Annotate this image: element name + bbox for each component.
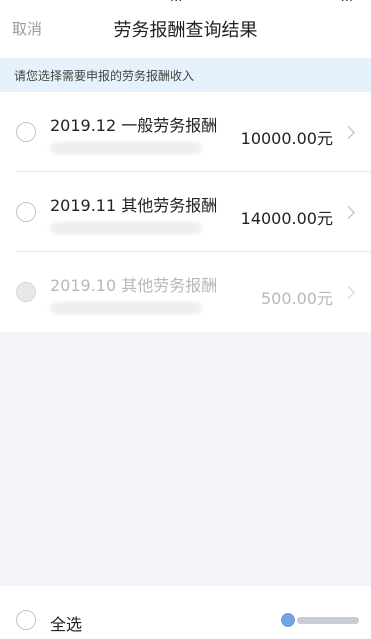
income-amount: 500.00元: [261, 289, 333, 308]
blurred-detail: [50, 302, 202, 314]
income-row-dec[interactable]: 2019.12 一般劳务报酬 10000.00元: [0, 92, 371, 172]
hint-text: 请您选择需要申报的劳务报酬收入: [14, 69, 195, 83]
chevron-right-icon: [342, 206, 355, 219]
top-bar: ... ... 取消 劳务报酬查询结果: [0, 0, 371, 58]
status-carrier: ...: [170, 0, 182, 5]
watermark-text: [297, 617, 359, 624]
hint-banner: 请您选择需要申报的劳务报酬收入: [0, 58, 371, 92]
income-list: 2019.12 一般劳务报酬 10000.00元 2019.11 其他劳务报酬 …: [0, 92, 371, 332]
income-row-nov[interactable]: 2019.11 其他劳务报酬 14000.00元: [0, 172, 371, 252]
blurred-detail: [50, 142, 202, 154]
income-amount: 14000.00元: [240, 209, 333, 228]
bottom-bar: 全选: [0, 586, 371, 639]
chevron-right-icon: [342, 126, 355, 139]
status-bar: ... ...: [0, 0, 371, 6]
radio-icon[interactable]: [16, 202, 36, 222]
watermark-mark: [281, 613, 295, 627]
income-title: 2019.12 一般劳务报酬: [50, 116, 218, 135]
income-title: 2019.11 其他劳务报酬: [50, 196, 218, 215]
radio-icon: [16, 282, 36, 302]
page-title: 劳务报酬查询结果: [113, 20, 258, 41]
income-title: 2019.10 其他劳务报酬: [50, 276, 218, 295]
radio-icon[interactable]: [16, 122, 36, 142]
chevron-right-icon: [342, 286, 355, 299]
income-row-oct: 2019.10 其他劳务报酬 500.00元: [0, 252, 371, 332]
select-all-radio-icon[interactable]: [16, 610, 36, 630]
blurred-detail: [50, 222, 202, 234]
watermark-logo: [281, 612, 361, 628]
select-all-label[interactable]: 全选: [50, 611, 82, 635]
status-battery: ...: [341, 0, 353, 5]
income-amount: 10000.00元: [240, 129, 333, 148]
